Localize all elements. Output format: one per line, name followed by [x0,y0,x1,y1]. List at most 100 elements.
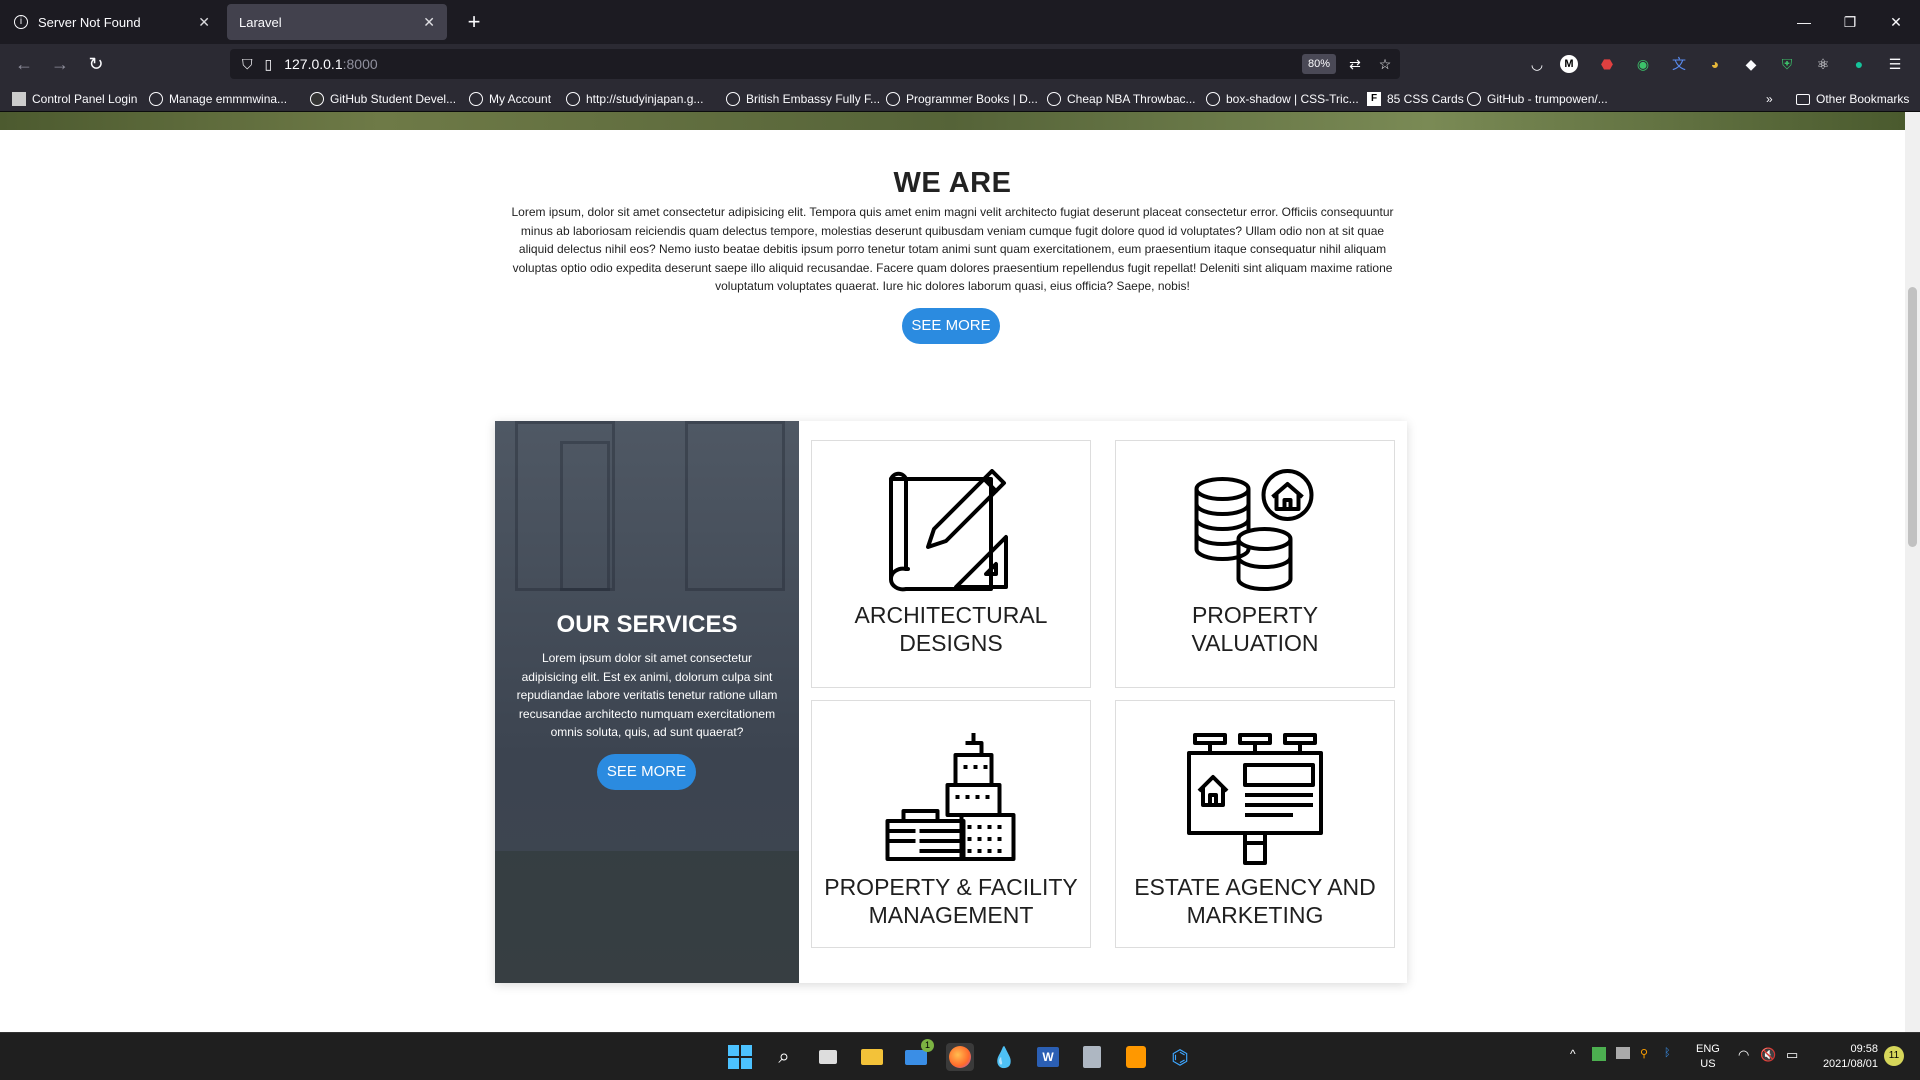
we-are-text: Lorem ipsum, dolor sit amet consectetur … [511,205,1394,293]
tab-server-not-found[interactable]: i Server Not Found ✕ [2,4,222,40]
extension-green-icon[interactable]: ◉ [1632,53,1654,75]
windows-start-icon[interactable] [726,1043,754,1071]
wifi-icon[interactable]: ◠ [1738,1047,1749,1063]
background-hedge [495,851,799,983]
zoom-indicator[interactable]: 80% [1302,54,1337,74]
extension-gray-icon[interactable]: ◆ [1740,53,1762,75]
minimize-button[interactable]: — [1778,0,1830,44]
restore-button[interactable]: ❐ [1824,0,1876,44]
file-explorer-icon[interactable] [858,1043,886,1071]
background-window-shape [685,421,785,591]
bookmark-favicon-icon: F [1367,92,1381,106]
globe-icon [1206,92,1220,106]
tab-label: Server Not Found [38,14,141,30]
globe-icon [1047,92,1061,106]
menu-icon[interactable]: ☰ [1884,53,1906,75]
bookmark-item[interactable]: Programmer Books | D... [886,90,1038,108]
calculator-icon[interactable] [1078,1043,1106,1071]
url-host: 127.0.0.1 [284,56,343,72]
hero-image-strip [0,112,1905,130]
other-bookmarks[interactable]: Other Bookmarks [1796,90,1909,108]
battery-icon[interactable]: ▭ [1786,1047,1798,1063]
translate-extension-icon[interactable]: 文 [1668,53,1690,75]
service-card-valuation[interactable]: PROPERTY VALUATION [1115,440,1395,688]
globe-icon [149,92,163,106]
bookmark-item[interactable]: Manage emmmwina... [149,90,287,108]
back-button[interactable]: ← [10,50,38,78]
search-icon[interactable]: ⌕ [770,1043,798,1071]
globe-icon [886,92,900,106]
services-section: OUR SERVICES Lorem ipsum dolor sit amet … [495,421,1407,983]
shield-icon: ⛉ [242,55,253,72]
page-scrollbar[interactable] [1905,112,1920,1032]
task-view-icon[interactable] [814,1043,842,1071]
card-label: PROPERTY VALUATION [1191,602,1319,656]
github-icon [310,92,324,106]
service-card-estate-agency[interactable]: ESTATE AGENCY AND MARKETING [1115,700,1395,948]
url-bar[interactable]: ⛉ ▯ 127.0.0.1:8000 [230,49,1400,79]
vscode-icon[interactable]: ⌬ [1166,1043,1194,1071]
new-tab-button[interactable]: + [460,8,488,36]
bookmark-star-icon[interactable]: ☆ [1374,53,1396,75]
tab-laravel[interactable]: Laravel ✕ [227,4,447,40]
tray-search-icon[interactable]: ⚲ [1640,1047,1648,1060]
sublime-text-icon[interactable] [1122,1043,1150,1071]
bookmarks-overflow-icon[interactable]: » [1766,90,1773,108]
service-card-facility[interactable]: PROPERTY & FACILITY MANAGEMENT [811,700,1091,948]
bookmarks-toolbar: Control Panel Login Manage emmmwina... G… [0,84,1920,112]
bookmark-item[interactable]: http://studyinjapan.g... [566,90,703,108]
shield-extension-icon[interactable]: ⛨ [1776,53,1798,75]
bookmark-item[interactable]: British Embassy Fully F... [726,90,880,108]
notification-badge[interactable]: 11 [1884,1046,1904,1066]
card-label: ARCHITECTURAL DESIGNS [854,602,1048,656]
language-indicator[interactable]: ENG US [1696,1042,1720,1072]
scrollbar-thumb[interactable] [1908,287,1917,547]
reload-button[interactable]: ↻ [82,50,110,78]
globe-icon [566,92,580,106]
close-window-button[interactable]: ✕ [1870,0,1920,44]
services-intro-panel: OUR SERVICES Lorem ipsum dolor sit amet … [495,421,799,983]
close-tab-icon[interactable]: ✕ [198,14,210,31]
services-title: OUR SERVICES [556,611,738,638]
blueprint-pencil-icon [889,469,1008,592]
tray-app-icon[interactable] [1592,1047,1606,1064]
word-icon[interactable]: W [1034,1043,1062,1071]
bluetooth-icon[interactable]: ᛒ [1664,1047,1671,1059]
service-card-architectural[interactable]: ARCHITECTURAL DESIGNS [811,440,1091,688]
bookmark-item[interactable]: My Account [469,90,551,108]
card-label: PROPERTY & FACILITY MANAGEMENT [824,874,1078,928]
mail-badge: 1 [921,1039,934,1052]
volume-icon[interactable]: 🔇 [1760,1047,1776,1063]
close-tab-icon[interactable]: ✕ [423,14,435,31]
translate-icon[interactable]: ⇄ [1344,53,1366,75]
firefox-icon[interactable] [946,1043,974,1071]
bookmark-item[interactable]: Control Panel Login [12,90,137,108]
taskbar: ⌕ 1 💧 W ⌬ ^ ⚲ ᛒ ENG US ◠ 🔇 ▭ 09:58 2021/08… [0,1032,1920,1080]
we-are-see-more-button[interactable]: SEE MORE [902,308,1000,344]
extension-red-icon[interactable]: ⬣ [1596,53,1618,75]
bookmark-item[interactable]: GitHub - trumpowen/... [1467,90,1608,108]
navigation-toolbar: ← → ↻ ⛉ ▯ 127.0.0.1:8000 80% ⇄ ☆ ◡ M ⬣ ◉… [0,44,1920,84]
bookmark-item[interactable]: GitHub Student Devel... [310,90,456,108]
globe-icon [726,92,740,106]
pocket-icon[interactable]: ◡ [1526,53,1548,75]
background-window-shape [560,441,610,591]
globe-icon [1467,92,1481,106]
drop-app-icon[interactable]: 💧 [990,1043,1018,1071]
bookmark-item[interactable]: box-shadow | CSS-Tric... [1206,90,1359,108]
services-see-more-button[interactable]: SEE MORE [597,754,696,790]
tray-app-icon[interactable] [1616,1047,1630,1062]
tray-overflow-icon[interactable]: ^ [1570,1047,1576,1061]
forward-button[interactable]: → [46,50,74,78]
extension-colorful-icon[interactable]: ◕ [1704,53,1726,75]
page-icon: ▯ [264,55,273,72]
clock[interactable]: 09:58 2021/08/01 [1818,1042,1878,1072]
mail-icon[interactable]: 1 [902,1039,934,1071]
bookmark-item[interactable]: Cheap NBA Throwbac... [1047,90,1196,108]
grammarly-icon[interactable]: ● [1848,53,1870,75]
bookmark-item[interactable]: F 85 CSS Cards [1367,90,1464,108]
info-icon: i [14,15,28,29]
react-devtools-icon[interactable]: ⚛ [1812,53,1834,75]
extension-m-icon[interactable]: M [1560,55,1578,73]
tab-strip: i Server Not Found ✕ Laravel ✕ + — ❐ ✕ [0,0,1920,44]
